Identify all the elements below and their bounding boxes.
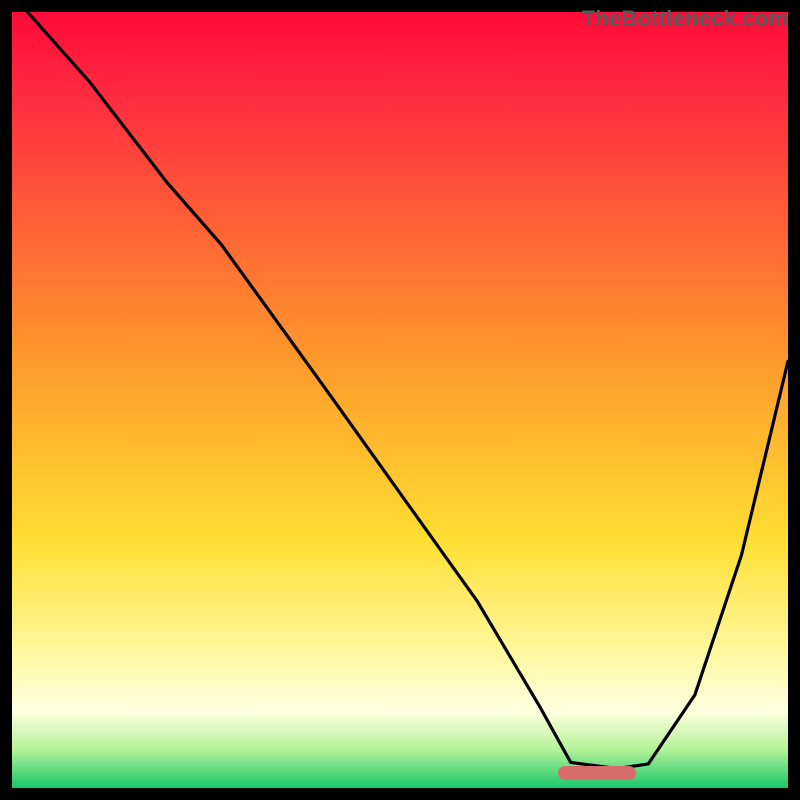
chart-plot-area: TheBottleneck.com bbox=[10, 10, 790, 790]
watermark-text: TheBottleneck.com bbox=[582, 6, 788, 32]
chart-optimum-marker bbox=[558, 766, 636, 780]
chart-line-curve bbox=[12, 12, 788, 788]
